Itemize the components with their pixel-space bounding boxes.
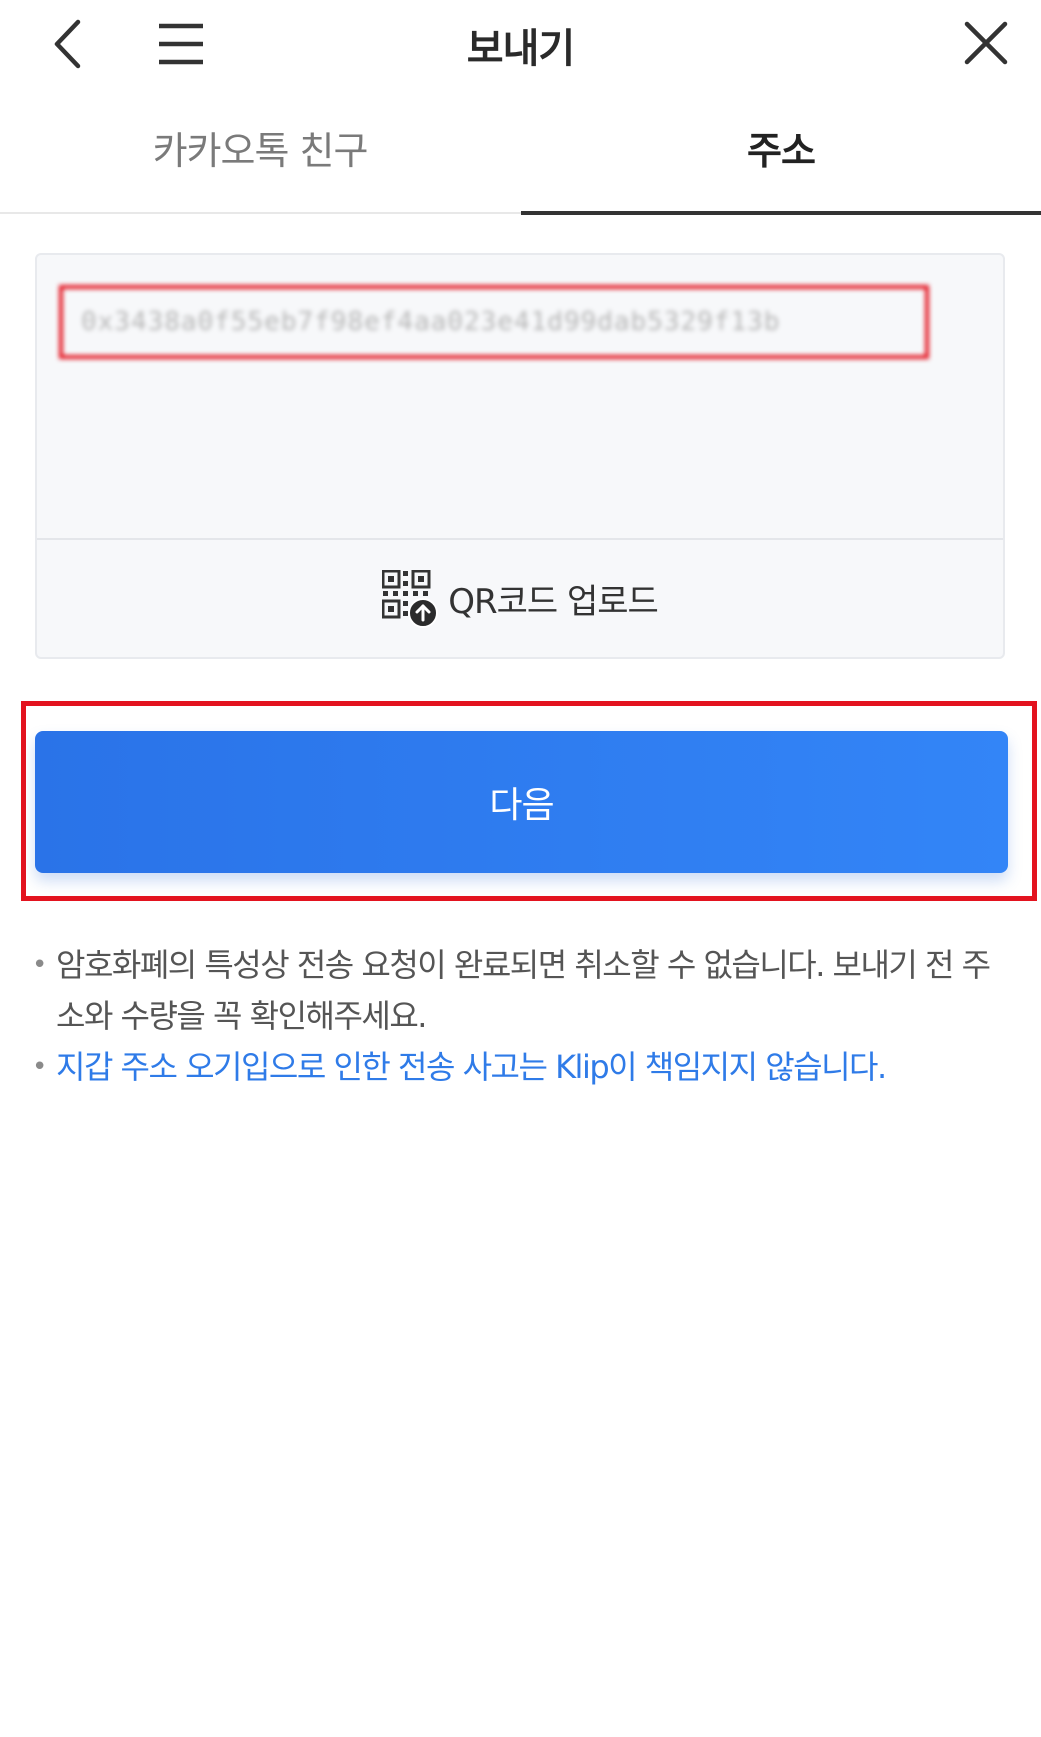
qr-upload-button[interactable]: QR코드 업로드 — [37, 540, 1003, 657]
tab-bar: 카카오톡 친구 주소 — [0, 100, 1041, 215]
notice-list: • 암호화폐의 특성상 전송 요청이 완료되면 취소할 수 없습니다. 보내기 … — [30, 940, 1010, 1093]
qr-upload-icon — [382, 569, 439, 628]
tab-kakaotalk-friends[interactable]: 카카오톡 친구 — [0, 100, 520, 212]
notice-text: 암호화폐의 특성상 전송 요청이 완료되면 취소할 수 없습니다. 보내기 전 … — [56, 946, 991, 1035]
next-button[interactable]: 다음 — [35, 731, 1008, 873]
bullet-icon: • — [32, 950, 47, 980]
page-title: 보내기 — [466, 26, 575, 72]
bullet-icon: • — [32, 1052, 47, 1082]
close-button[interactable] — [960, 14, 1012, 74]
top-bar: 보내기 — [0, 0, 1041, 92]
tab-address[interactable]: 주소 — [521, 100, 1041, 212]
notice-text: 지갑 주소 오기입으로 인한 전송 사고는 Klip이 책임지지 않습니다. — [56, 1048, 887, 1086]
notice-item: • 지갑 주소 오기입으로 인한 전송 사고는 Klip이 책임지지 않습니다. — [30, 1042, 1010, 1093]
address-input-box: QR코드 업로드 — [35, 253, 1005, 659]
close-icon — [964, 21, 1008, 65]
active-tab-indicator — [521, 211, 1041, 215]
notice-item: • 암호화폐의 특성상 전송 요청이 완료되면 취소할 수 없습니다. 보내기 … — [30, 940, 1010, 1042]
address-input[interactable] — [59, 285, 929, 359]
qr-upload-label: QR코드 업로드 — [448, 582, 659, 622]
